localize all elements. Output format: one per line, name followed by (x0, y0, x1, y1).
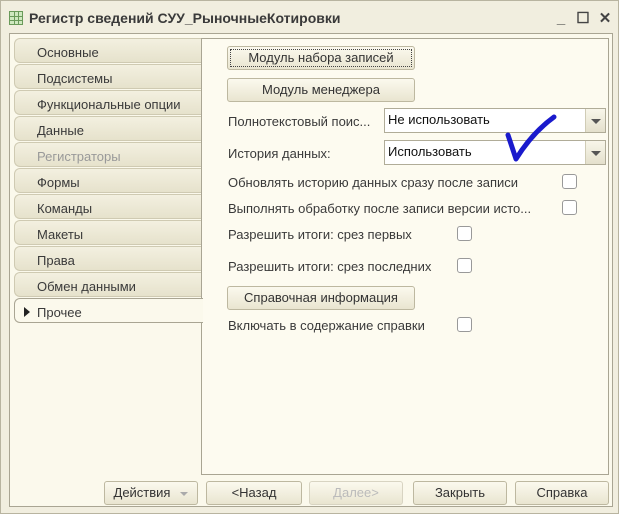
chevron-down-icon (180, 491, 189, 496)
totals-last-checkbox[interactable] (457, 258, 472, 273)
tab-data-exchange[interactable]: Обмен данными (14, 272, 202, 297)
tab-rights[interactable]: Права (14, 246, 202, 271)
tab-label: Основные (37, 45, 99, 60)
tab-label: Функциональные опции (37, 97, 181, 112)
minimize-button[interactable]: _ (550, 10, 572, 27)
triangle-right-icon (24, 307, 30, 317)
handwritten-checkmark-icon (505, 114, 557, 162)
close-window-button[interactable]: ✕ (594, 9, 616, 27)
tab-label: Прочее (37, 305, 82, 320)
chevron-down-icon[interactable] (585, 141, 605, 164)
fulltext-search-label: Полнотекстовый поис... (228, 114, 371, 129)
actions-button[interactable]: Действия (104, 481, 198, 505)
tab-label: Команды (37, 201, 93, 216)
help-info-button[interactable]: Справочная информация (227, 286, 415, 310)
update-history-checkbox[interactable] (562, 174, 577, 189)
tab-label: Данные (37, 123, 84, 138)
process-after-label: Выполнять обработку после записи версии … (228, 201, 532, 216)
next-button: Далее> (309, 481, 403, 505)
tab-commands[interactable]: Команды (14, 194, 202, 219)
help-button[interactable]: Справка (515, 481, 609, 505)
tab-osnovnye[interactable]: Основные (14, 38, 202, 63)
tab-data[interactable]: Данные (14, 116, 202, 141)
register-table-icon (9, 11, 23, 25)
totals-last-label: Разрешить итоги: срез последних (228, 259, 432, 274)
actions-label: Действия (113, 485, 171, 500)
tab-templates[interactable]: Макеты (14, 220, 202, 245)
window: Регистр сведений СУУ_РыночныеКотировки _… (0, 0, 619, 514)
record-set-module-button[interactable]: Модуль набора записей (227, 46, 415, 70)
tab-other[interactable]: Прочее (14, 298, 203, 323)
tab-podsistemy[interactable]: Подсистемы (14, 64, 202, 89)
tab-registrators: Регистраторы (14, 142, 202, 167)
tab-panel-other: Модуль набора записей Модуль менеджера П… (201, 38, 609, 475)
include-help-label: Включать в содержание справки (228, 318, 425, 333)
process-after-checkbox[interactable] (562, 200, 577, 215)
tab-label: Формы (37, 175, 80, 190)
maximize-button[interactable]: ☐ (572, 9, 594, 27)
tab-forms[interactable]: Формы (14, 168, 202, 193)
tab-label: Обмен данными (37, 279, 136, 294)
tab-label: Макеты (37, 227, 84, 242)
tab-label: Подсистемы (37, 71, 113, 86)
title-bar: Регистр сведений СУУ_РыночныеКотировки _… (5, 5, 616, 31)
fulltext-search-value: Не использовать (388, 112, 490, 127)
close-button[interactable]: Закрыть (413, 481, 507, 505)
manager-module-button[interactable]: Модуль менеджера (227, 78, 415, 102)
content-area: Основные Подсистемы Функциональные опции… (9, 33, 613, 507)
tab-label: Права (37, 253, 75, 268)
tab-label: Регистраторы (37, 149, 121, 164)
data-history-label: История данных: (228, 146, 331, 161)
data-history-select[interactable]: Использовать (384, 140, 606, 165)
tab-functional-options[interactable]: Функциональные опции (14, 90, 202, 115)
back-button[interactable]: <Назад (206, 481, 302, 505)
fulltext-search-select[interactable]: Не использовать (384, 108, 606, 133)
window-title: Регистр сведений СУУ_РыночныеКотировки (29, 10, 341, 26)
data-history-value: Использовать (388, 144, 472, 159)
include-help-checkbox[interactable] (457, 317, 472, 332)
totals-first-checkbox[interactable] (457, 226, 472, 241)
chevron-down-icon[interactable] (585, 109, 605, 132)
totals-first-label: Разрешить итоги: срез первых (228, 227, 412, 242)
update-history-label: Обновлять историю данных сразу после зап… (228, 175, 519, 190)
